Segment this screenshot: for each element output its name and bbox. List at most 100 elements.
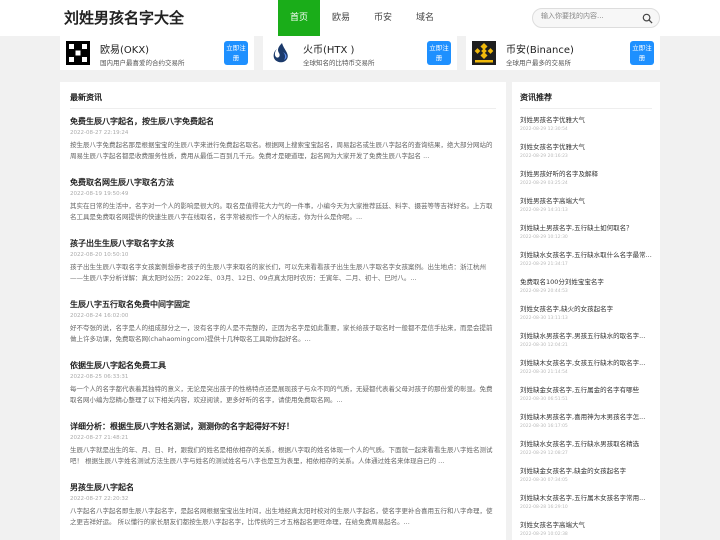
list-item: 男孩生辰八字起名 2022-08-27 22:20:32 八字起名八字起名即生辰…	[70, 482, 496, 527]
article-date: 2022-08-24 16:02:00	[70, 313, 129, 319]
recommend-link[interactable]: 刘姓男孩名字高端大气	[520, 195, 652, 205]
recommend-link[interactable]: 刘姓缺水女孩名字,五行缺水男孩取名精选	[520, 438, 652, 448]
header: 刘姓男孩名字大全 首页 欧易 币安 域名	[0, 0, 720, 36]
article-title[interactable]: 免费生辰八字起名，按生辰八字免费起名	[70, 116, 496, 127]
exchange-card-okx[interactable]: 欧易(OKX) 国内用户最喜爱的合约交易所 立即注册	[60, 36, 254, 70]
article-summary: 每一个人的名字都代表着其独特的意义，无论是突出孩子的性格特点还是展现孩子与众不同…	[70, 385, 493, 404]
register-button[interactable]: 立即注册	[224, 41, 248, 65]
article-summary: 生辰八字就是出生的年、月、日、时，跟我们的姓名是相依相存的关系，根据八字取的姓名…	[70, 446, 493, 465]
article-title[interactable]: 免费取名网生辰八字取名方法	[70, 177, 496, 188]
search-icon[interactable]	[642, 13, 653, 24]
list-item: 刘姓女孩名字高端大气 2022-08-29 10:02:38	[520, 519, 652, 537]
main-nav: 首页 欧易 币安 域名	[278, 0, 446, 36]
recommend-date: 2022-08-30 21:14:54	[520, 370, 568, 375]
exchange-card-htx[interactable]: 火币(HTX ) 全球知名的比特币交易所 立即注册	[263, 36, 457, 70]
recommend-link[interactable]: 刘姓缺木女孩名字,女孩五行缺木的取名字...	[520, 357, 652, 367]
article-title[interactable]: 详细分析：根据生辰八字姓名测试，测测你的名字起得好不好！	[70, 421, 496, 432]
list-item: 刘姓男孩名字优雅大气 2022-08-29 12:30:54	[520, 114, 652, 132]
list-item: 生辰八字五行取名免费中间字固定 2022-08-24 16:02:00 好不夸张…	[70, 299, 496, 344]
list-item: 刘姓男孩好听的名字及解释 2022-08-29 03:25:24	[520, 168, 652, 186]
recommend-link[interactable]: 刘姓女孩名字优雅大气	[520, 141, 652, 151]
recommend-date: 2022-08-28 16:29:10	[520, 505, 568, 510]
nav-item-home[interactable]: 首页	[278, 0, 320, 36]
recommend-date: 2022-08-29 20:16:23	[520, 154, 568, 159]
recommend-date: 2022-08-29 12:30:54	[520, 127, 568, 132]
article-title[interactable]: 生辰八字五行取名免费中间字固定	[70, 299, 496, 310]
section-title: 资讯推荐	[520, 93, 552, 102]
recommend-date: 2022-08-29 14:31:13	[520, 208, 568, 213]
nav-item-binance[interactable]: 币安	[362, 0, 404, 36]
exchange-name: 欧易(OKX)	[100, 45, 150, 56]
recommend-link[interactable]: 刘姓男孩名字优雅大气	[520, 114, 652, 124]
binance-logo-icon	[472, 41, 496, 65]
exchange-name: 火币(HTX )	[303, 45, 355, 56]
htx-logo-icon	[273, 43, 288, 63]
search-box	[532, 8, 660, 28]
list-item: 刘姓缺土男孩名字,五行缺土如何取名？ 2022-08-29 10:12:30	[520, 222, 652, 240]
list-item: 刘姓缺金女孩名字,缺金的女孩起名字 2022-08-30 07:34:05	[520, 465, 652, 483]
recommend-date: 2022-08-29 03:25:24	[520, 181, 568, 186]
article-summary: 其实在日常的生活中，名字对一个人的影响是很大的。取名是值得花大力气的一件事，小编…	[70, 202, 493, 221]
exchange-card-binance[interactable]: 币安(Binance) 全球用户最多的交易所 立即注册	[466, 36, 660, 70]
recommend-link[interactable]: 刘姓女孩名字高端大气	[520, 519, 652, 529]
divider	[520, 108, 652, 109]
list-item: 免费取名100分刘姓宝宝名字 2022-08-29 20:44:53	[520, 276, 652, 294]
list-item: 刘姓男孩名字高端大气 2022-08-29 14:31:13	[520, 195, 652, 213]
recommend-link[interactable]: 刘姓缺木女孩名字,五行属木女孩名字常用...	[520, 492, 652, 502]
nav-item-okx[interactable]: 欧易	[320, 0, 362, 36]
divider	[70, 108, 496, 109]
recommend-date: 2022-08-30 07:34:05	[520, 478, 568, 483]
article-title[interactable]: 孩子出生生辰八字取名字女孩	[70, 238, 496, 249]
recommend-date: 2022-08-29 12:08:27	[520, 451, 568, 456]
news-panel: 最新资讯 免费生辰八字起名，按生辰八字免费起名 2022-08-27 22:19…	[60, 82, 506, 540]
list-item: 刘姓女孩名字,缺火的女孩起名字 2022-08-30 13:11:13	[520, 303, 652, 321]
article-summary: 好不夸张的说，名字是人的组成部分之一，没有名字的人是不完整的，正因为名字是如此重…	[70, 324, 493, 343]
article-date: 2022-08-20 10:50:10	[70, 252, 129, 258]
recommend-link[interactable]: 免费取名100分刘姓宝宝名字	[520, 276, 652, 286]
article-title[interactable]: 男孩生辰八字起名	[70, 482, 496, 493]
article-summary: 按生辰八字免费起名那是根据宝宝的生辰八字来进行免费起名取名。根据网上搜索宝宝起名…	[70, 141, 493, 160]
article-summary: 八字起名八字起名即生辰八字起名字，是起名网根据宝宝出生时间，出生地经真太阳时校对…	[70, 507, 493, 526]
recommend-date: 2022-08-30 06:51:51	[520, 397, 568, 402]
list-item: 刘姓缺木女孩名字,女孩五行缺木的取名字... 2022-08-30 21:14:5…	[520, 357, 652, 375]
list-item: 详细分析：根据生辰八字姓名测试，测测你的名字起得好不好！ 2022-08-27 …	[70, 421, 496, 466]
site-logo[interactable]: 刘姓男孩名字大全	[64, 7, 184, 28]
recommend-link[interactable]: 刘姓缺金女孩名字,五行属金的名字有哪些	[520, 384, 652, 394]
list-item: 刘姓缺木女孩名字,五行属木女孩名字常用... 2022-08-28 16:29:1…	[520, 492, 652, 510]
article-date: 2022-08-27 22:20:32	[70, 496, 129, 502]
nav-item-domain[interactable]: 域名	[404, 0, 446, 36]
recommend-date: 2022-08-30 13:11:13	[520, 316, 568, 321]
search-input[interactable]	[541, 12, 641, 20]
recommend-link[interactable]: 刘姓缺水男孩名字,男孩五行缺水的取名字...	[520, 330, 652, 340]
recommend-link[interactable]: 刘姓缺水女孩名字,五行缺水取什么名字最常...	[520, 249, 652, 259]
register-button[interactable]: 立即注册	[427, 41, 451, 65]
recommend-link[interactable]: 刘姓女孩名字,缺火的女孩起名字	[520, 303, 652, 313]
recommend-panel: 资讯推荐 刘姓男孩名字优雅大气 2022-08-29 12:30:54 刘姓女孩名…	[512, 82, 660, 540]
exchange-name: 币安(Binance)	[506, 45, 574, 56]
okx-logo-icon	[66, 41, 90, 65]
list-item: 刘姓缺水男孩名字,男孩五行缺水的取名字... 2022-08-30 12:04:2…	[520, 330, 652, 348]
list-item: 孩子出生生辰八字取名字女孩 2022-08-20 10:50:10 孩子出生生辰…	[70, 238, 496, 283]
recommend-link[interactable]: 刘姓缺土男孩名字,五行缺土如何取名？	[520, 222, 652, 232]
section-title: 最新资讯	[70, 93, 102, 102]
list-item: 刘姓女孩名字优雅大气 2022-08-29 20:16:23	[520, 141, 652, 159]
recommend-date: 2022-08-29 10:12:30	[520, 235, 568, 240]
list-item: 免费生辰八字起名，按生辰八字免费起名 2022-08-27 22:19:24 按…	[70, 116, 496, 161]
register-button[interactable]: 立即注册	[630, 41, 654, 65]
recommend-date: 2022-08-29 10:02:38	[520, 532, 568, 537]
list-item: 刘姓缺木男孩名字,喜用神为木男孩名字怎... 2022-08-30 16:17:0…	[520, 411, 652, 429]
list-item: 刘姓缺水女孩名字,五行缺水男孩取名精选 2022-08-29 12:08:27	[520, 438, 652, 456]
article-date: 2022-08-27 22:19:24	[70, 130, 129, 136]
article-title[interactable]: 依据生辰八字起名免费工具	[70, 360, 496, 371]
list-item: 刘姓缺金女孩名字,五行属金的名字有哪些 2022-08-30 06:51:51	[520, 384, 652, 402]
exchange-bar: 欧易(OKX) 国内用户最喜爱的合约交易所 立即注册 火币(HTX ) 全球知名…	[60, 36, 660, 70]
article-date: 2022-08-27 21:48:21	[70, 435, 129, 441]
recommend-link[interactable]: 刘姓缺木男孩名字,喜用神为木男孩名字怎...	[520, 411, 652, 421]
list-item: 依据生辰八字起名免费工具 2022-08-25 06:33:31 每一个人的名字…	[70, 360, 496, 405]
list-item: 免费取名网生辰八字取名方法 2022-08-19 19:50:49 其实在日常的…	[70, 177, 496, 222]
article-date: 2022-08-25 06:33:31	[70, 374, 129, 380]
exchange-desc: 全球用户最多的交易所	[506, 59, 571, 67]
recommend-link[interactable]: 刘姓男孩好听的名字及解释	[520, 168, 652, 178]
article-date: 2022-08-19 19:50:49	[70, 191, 129, 197]
recommend-link[interactable]: 刘姓缺金女孩名字,缺金的女孩起名字	[520, 465, 652, 475]
